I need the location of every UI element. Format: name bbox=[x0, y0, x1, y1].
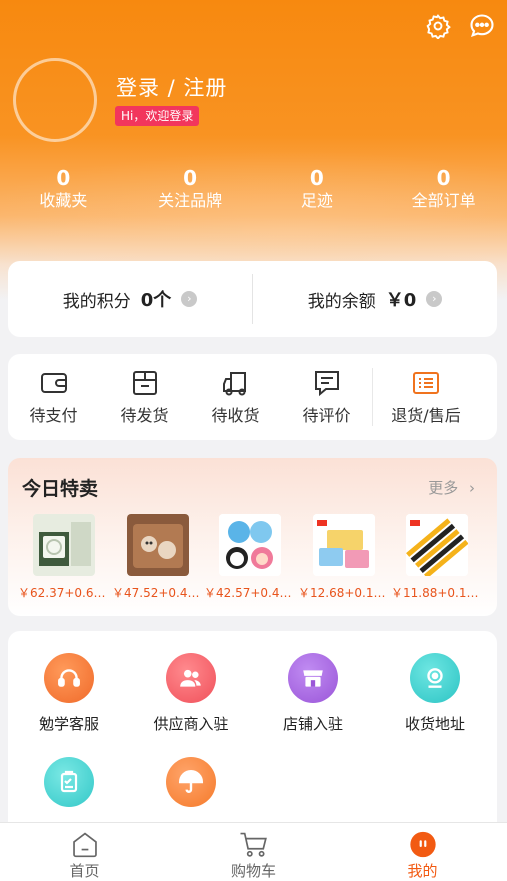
service-umbrella[interactable] bbox=[130, 757, 252, 817]
product-image bbox=[219, 514, 281, 576]
stat-label: 全部订单 bbox=[411, 191, 476, 210]
chevron-right-icon: › bbox=[181, 291, 198, 307]
order-label: 待发货 bbox=[120, 406, 169, 425]
order-label: 退货/售后 bbox=[391, 406, 461, 425]
service-label: 供应商入驻 bbox=[153, 715, 229, 733]
service-supplier-join[interactable]: 供应商入驻 bbox=[130, 653, 252, 734]
order-label: 待收货 bbox=[211, 406, 260, 425]
wallet-card: 我的积分 0个 › 我的余额 ￥0 › bbox=[8, 261, 497, 337]
order-pending-receipt[interactable]: 待收货 bbox=[190, 368, 281, 426]
service-customer-support[interactable]: 勉学客服 bbox=[8, 653, 130, 734]
balance-label: 我的余额 bbox=[307, 291, 376, 312]
settings-icon[interactable] bbox=[423, 11, 453, 41]
welcome-badge: Hi，欢迎登录 bbox=[115, 106, 200, 126]
location-icon bbox=[410, 653, 460, 703]
product-price: ￥12.68+0.12积分 bbox=[298, 586, 390, 600]
services-card: 勉学客服 供应商入驻 店铺入驻 收货地址 bbox=[8, 631, 497, 841]
deal-product[interactable]: ￥62.37+0.63积分 bbox=[18, 514, 110, 601]
order-pending-shipment[interactable]: 待发货 bbox=[99, 368, 190, 426]
deal-product[interactable]: ￥12.68+0.12积分 bbox=[298, 514, 390, 601]
product-price: ￥62.37+0.63积分 bbox=[18, 586, 110, 600]
comment-icon bbox=[314, 371, 339, 397]
service-clipboard[interactable] bbox=[8, 757, 130, 817]
clipboard-icon bbox=[44, 757, 94, 807]
order-returns[interactable]: 退货/售后 bbox=[373, 368, 479, 426]
order-status-card: 待支付 待发货 待收货 待评价 退货/售后 bbox=[8, 354, 497, 440]
home-icon bbox=[72, 832, 97, 858]
service-label: 店铺入驻 bbox=[282, 715, 343, 733]
order-label: 待支付 bbox=[29, 406, 78, 425]
product-price: ￥42.57+0.43积分 bbox=[204, 586, 296, 600]
tab-cart[interactable]: 购物车 bbox=[169, 823, 338, 881]
service-label: 收货地址 bbox=[404, 715, 465, 733]
stats-row: 0 收藏夹 0 关注品牌 0 足迹 0 全部订单 bbox=[0, 166, 507, 216]
product-image bbox=[313, 514, 375, 576]
return-list-icon bbox=[413, 372, 439, 394]
deals-more-link[interactable]: 更多 › bbox=[428, 477, 475, 498]
product-price: ￥11.88+0.11积分 bbox=[391, 586, 483, 600]
today-deals-card: 今日特卖 更多 › ￥62.37+0.63积分 ￥47.52 bbox=[8, 458, 497, 616]
order-pending-payment[interactable]: 待支付 bbox=[8, 368, 99, 426]
profile-header: 登录 / 注册 Hi，欢迎登录 0 收藏夹 0 关注品牌 0 足迹 0 全部订单 bbox=[0, 0, 507, 300]
stat-count: 0 bbox=[436, 166, 451, 190]
stat-count: 0 bbox=[309, 166, 324, 190]
stat-all-orders[interactable]: 0 全部订单 bbox=[380, 166, 507, 216]
tab-label: 我的 bbox=[407, 862, 438, 880]
stat-footprints[interactable]: 0 足迹 bbox=[254, 166, 381, 216]
login-register-link[interactable]: 登录 / 注册 bbox=[116, 72, 227, 102]
deals-title: 今日特卖 bbox=[22, 478, 99, 500]
stat-count: 0 bbox=[56, 166, 71, 190]
stat-label: 关注品牌 bbox=[158, 191, 223, 210]
order-pending-review[interactable]: 待评价 bbox=[281, 368, 372, 426]
umbrella-icon bbox=[166, 757, 216, 807]
avatar[interactable] bbox=[13, 58, 97, 142]
deal-product[interactable]: ￥47.52+0.48积分 bbox=[112, 514, 204, 601]
message-icon[interactable] bbox=[467, 11, 497, 41]
tab-profile[interactable]: 我的 bbox=[338, 823, 507, 881]
users-icon bbox=[166, 653, 216, 703]
more-label: 更多 bbox=[428, 479, 459, 497]
tab-home[interactable]: 首页 bbox=[0, 823, 169, 881]
points-value: 0个 bbox=[140, 290, 172, 311]
points-label: 我的积分 bbox=[62, 291, 131, 312]
chevron-right-icon: › bbox=[426, 291, 443, 307]
order-label: 待评价 bbox=[302, 406, 351, 425]
service-shipping-address[interactable]: 收货地址 bbox=[374, 653, 496, 734]
stat-count: 0 bbox=[183, 166, 198, 190]
balance-value: ￥0 bbox=[385, 290, 417, 311]
tab-label: 首页 bbox=[69, 862, 100, 880]
profile-icon bbox=[409, 831, 436, 858]
product-image bbox=[33, 514, 95, 576]
product-image bbox=[406, 514, 468, 576]
store-icon bbox=[288, 653, 338, 703]
bottom-tab-bar: 首页 购物车 我的 bbox=[0, 822, 507, 881]
chevron-right-icon: › bbox=[469, 479, 475, 497]
box-icon bbox=[132, 371, 157, 395]
stat-followed-brands[interactable]: 0 关注品牌 bbox=[127, 166, 254, 216]
service-store-join[interactable]: 店铺入驻 bbox=[252, 653, 374, 734]
my-balance[interactable]: 我的余额 ￥0 › bbox=[253, 286, 497, 312]
stat-label: 收藏夹 bbox=[39, 191, 88, 210]
stat-favorites[interactable]: 0 收藏夹 bbox=[0, 166, 127, 216]
headset-icon bbox=[44, 653, 94, 703]
product-image bbox=[127, 514, 189, 576]
tab-label: 购物车 bbox=[230, 862, 276, 880]
product-price: ￥47.52+0.48积分 bbox=[112, 586, 204, 600]
service-label: 勉学客服 bbox=[38, 715, 99, 733]
wallet-icon bbox=[40, 373, 67, 393]
deal-product[interactable]: ￥11.88+0.11积分 bbox=[391, 514, 483, 601]
cart-icon bbox=[240, 832, 267, 857]
truck-icon bbox=[222, 372, 246, 396]
my-points[interactable]: 我的积分 0个 › bbox=[8, 286, 252, 312]
deal-product[interactable]: ￥42.57+0.43积分 bbox=[204, 514, 296, 601]
stat-label: 足迹 bbox=[300, 191, 333, 210]
